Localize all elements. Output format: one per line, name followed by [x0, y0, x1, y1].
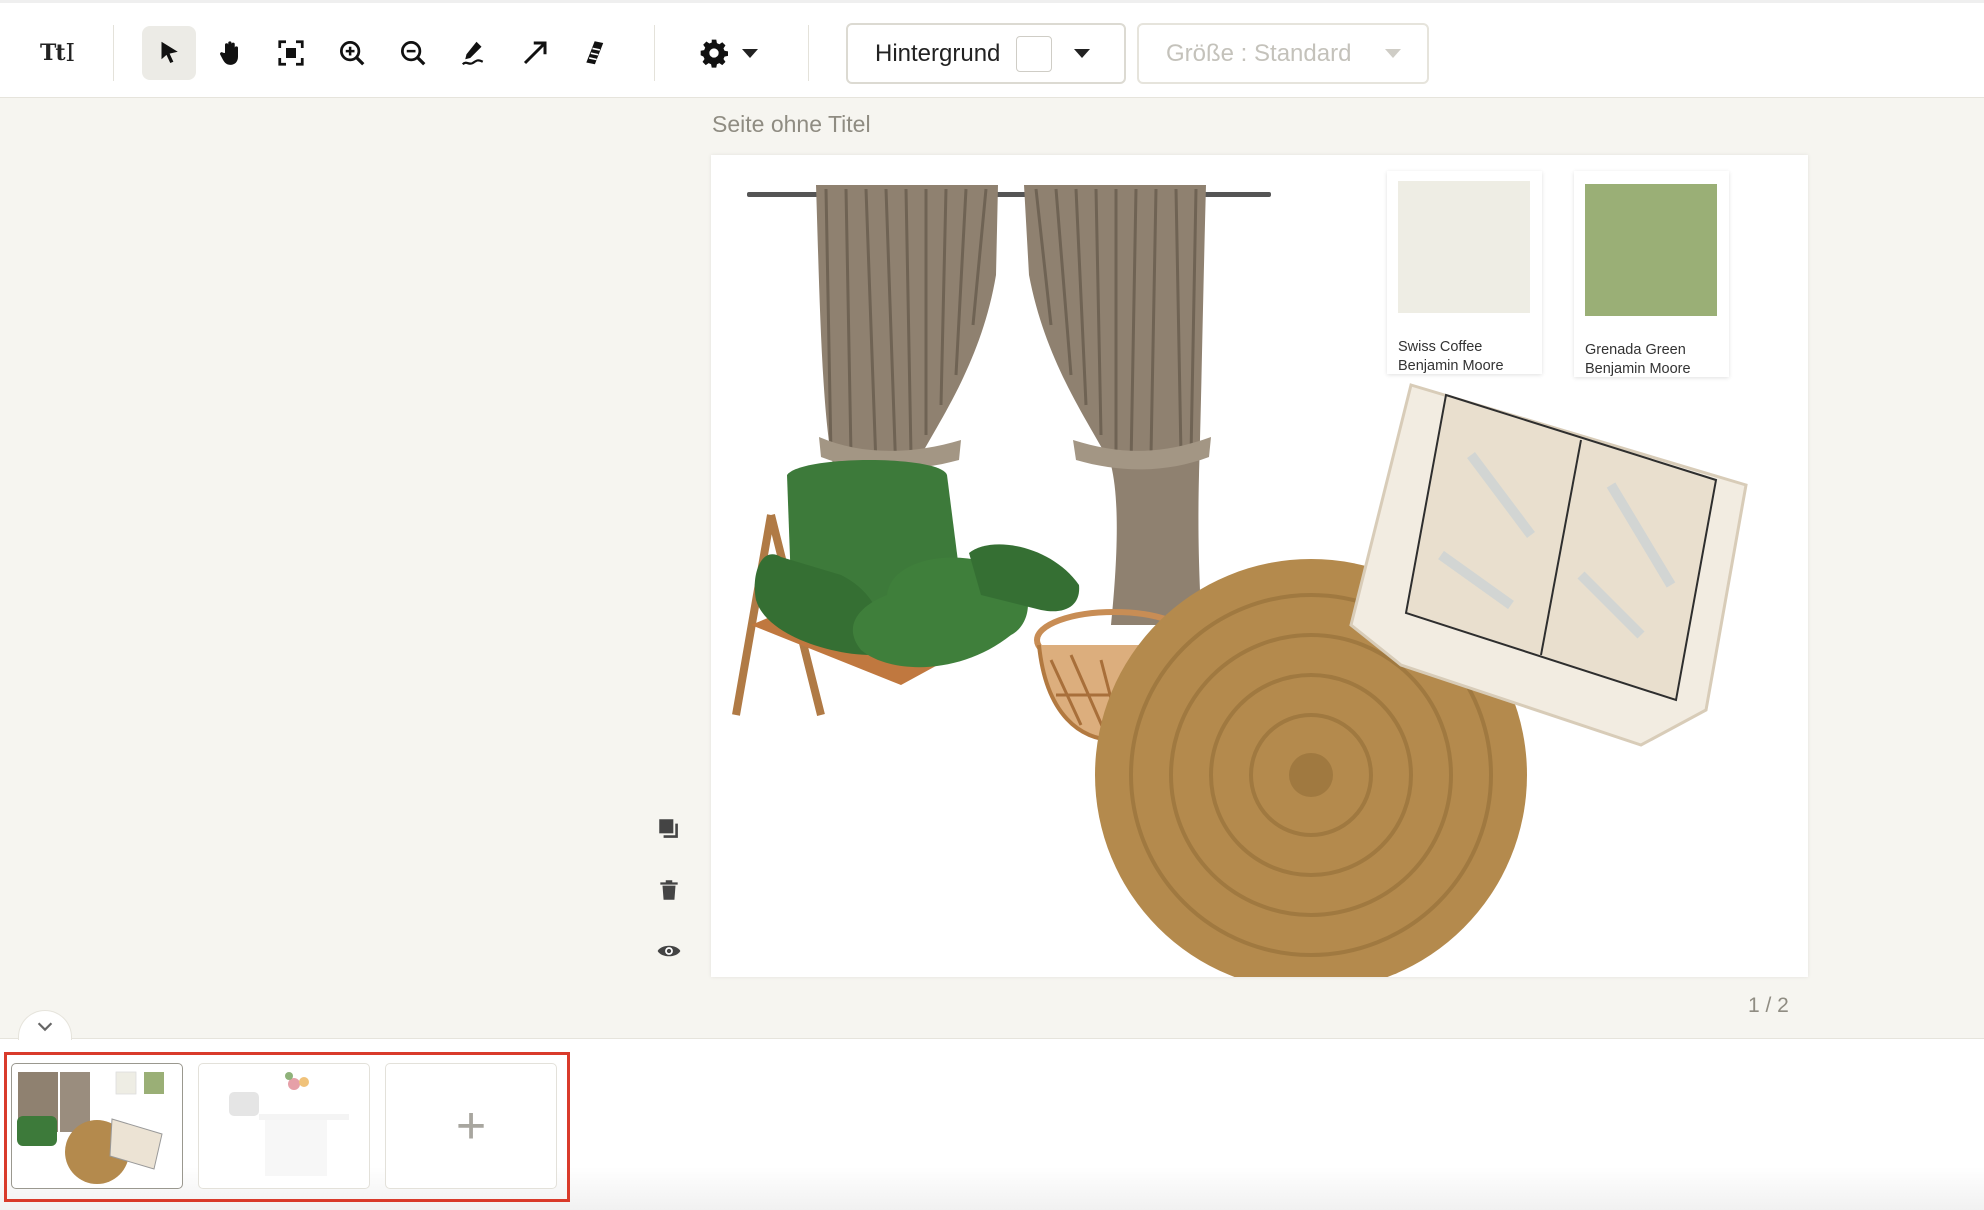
- thumbnail-strip: +: [4, 1052, 570, 1202]
- paint-swatch-card[interactable]: Grenada Green Benjamin Moore: [1574, 171, 1729, 377]
- zoom-out-tool-button[interactable]: [386, 26, 440, 80]
- size-dropdown-label: Größe : Standard: [1166, 39, 1352, 67]
- pen-icon: [461, 41, 484, 66]
- toolbar-divider: [113, 25, 114, 81]
- swatch-color: [1398, 181, 1530, 313]
- page-thumbnail-1[interactable]: [11, 1063, 183, 1189]
- thumbnail-preview: [229, 1072, 349, 1176]
- moodboard-page[interactable]: Swiss Coffee Benjamin Moore Grenada Gree…: [711, 155, 1808, 977]
- zoom-in-tool-button[interactable]: [325, 26, 379, 80]
- trash-icon: [660, 880, 678, 900]
- arrow-icon: [523, 41, 547, 65]
- swatch-color: [1585, 184, 1717, 316]
- toolbar-divider: [654, 25, 655, 81]
- green-lounge-chair[interactable]: [732, 460, 1080, 716]
- eraser-icon: [586, 41, 604, 65]
- eye-icon: [657, 945, 681, 957]
- chevron-down-icon: [1385, 49, 1402, 58]
- collapse-panel-button[interactable]: [18, 1010, 72, 1040]
- page-counter: 1 / 2: [1748, 994, 1789, 1017]
- text-tool-button[interactable]: Tt I: [30, 26, 84, 80]
- text-cursor-icon: I: [65, 39, 76, 67]
- page-title[interactable]: Seite ohne Titel: [712, 111, 871, 138]
- hand-icon: [220, 41, 238, 65]
- chevron-down-icon: [37, 1021, 53, 1031]
- paint-swatch-card[interactable]: Swiss Coffee Benjamin Moore: [1387, 171, 1542, 374]
- layer-icon: [659, 819, 678, 838]
- swatch-name: Swiss Coffee: [1398, 339, 1483, 355]
- fit-screen-tool-button[interactable]: [264, 26, 318, 80]
- size-dropdown[interactable]: Größe : Standard: [1137, 23, 1429, 84]
- settings-menu-button[interactable]: [688, 26, 768, 80]
- chevron-down-icon: [742, 48, 758, 58]
- zoom-in-icon: [340, 41, 365, 66]
- gear-icon: [700, 39, 728, 68]
- delete-button[interactable]: [652, 873, 686, 907]
- select-tool-button[interactable]: [142, 26, 196, 80]
- swatch-name: Grenada Green: [1585, 342, 1686, 358]
- swatch-brand: Benjamin Moore: [1398, 358, 1504, 374]
- toolbar: Tt I Hintergrund Größe: Standard: [0, 0, 1984, 98]
- background-color-swatch[interactable]: [1016, 35, 1053, 72]
- chevron-down-icon: [1074, 49, 1091, 58]
- zoom-out-icon: [401, 41, 426, 66]
- page-thumbnail-2[interactable]: [198, 1063, 370, 1189]
- add-page-button[interactable]: +: [385, 1063, 557, 1189]
- background-dropdown-label: Hintergrund: [875, 39, 1001, 67]
- draw-tool-button[interactable]: [447, 26, 501, 80]
- thumbnail-preview: [17, 1071, 164, 1184]
- layer-order-button[interactable]: [652, 812, 686, 846]
- text-tool-label: Tt: [39, 40, 66, 66]
- visibility-button[interactable]: [652, 934, 686, 968]
- eraser-tool-button[interactable]: [569, 26, 623, 80]
- fit-screen-icon: [278, 40, 304, 66]
- cursor-arrow-icon: [161, 41, 178, 63]
- swatch-brand: Benjamin Moore: [1585, 361, 1691, 377]
- toolbar-divider: [808, 25, 809, 81]
- moodboard-editor: Tt I Hintergrund Größe: Standard Seite …: [0, 0, 1984, 1210]
- pan-tool-button[interactable]: [203, 26, 257, 80]
- background-dropdown[interactable]: Hintergrund: [846, 23, 1126, 84]
- arrow-tool-button[interactable]: [508, 26, 562, 80]
- curtain-right[interactable]: [1024, 185, 1211, 625]
